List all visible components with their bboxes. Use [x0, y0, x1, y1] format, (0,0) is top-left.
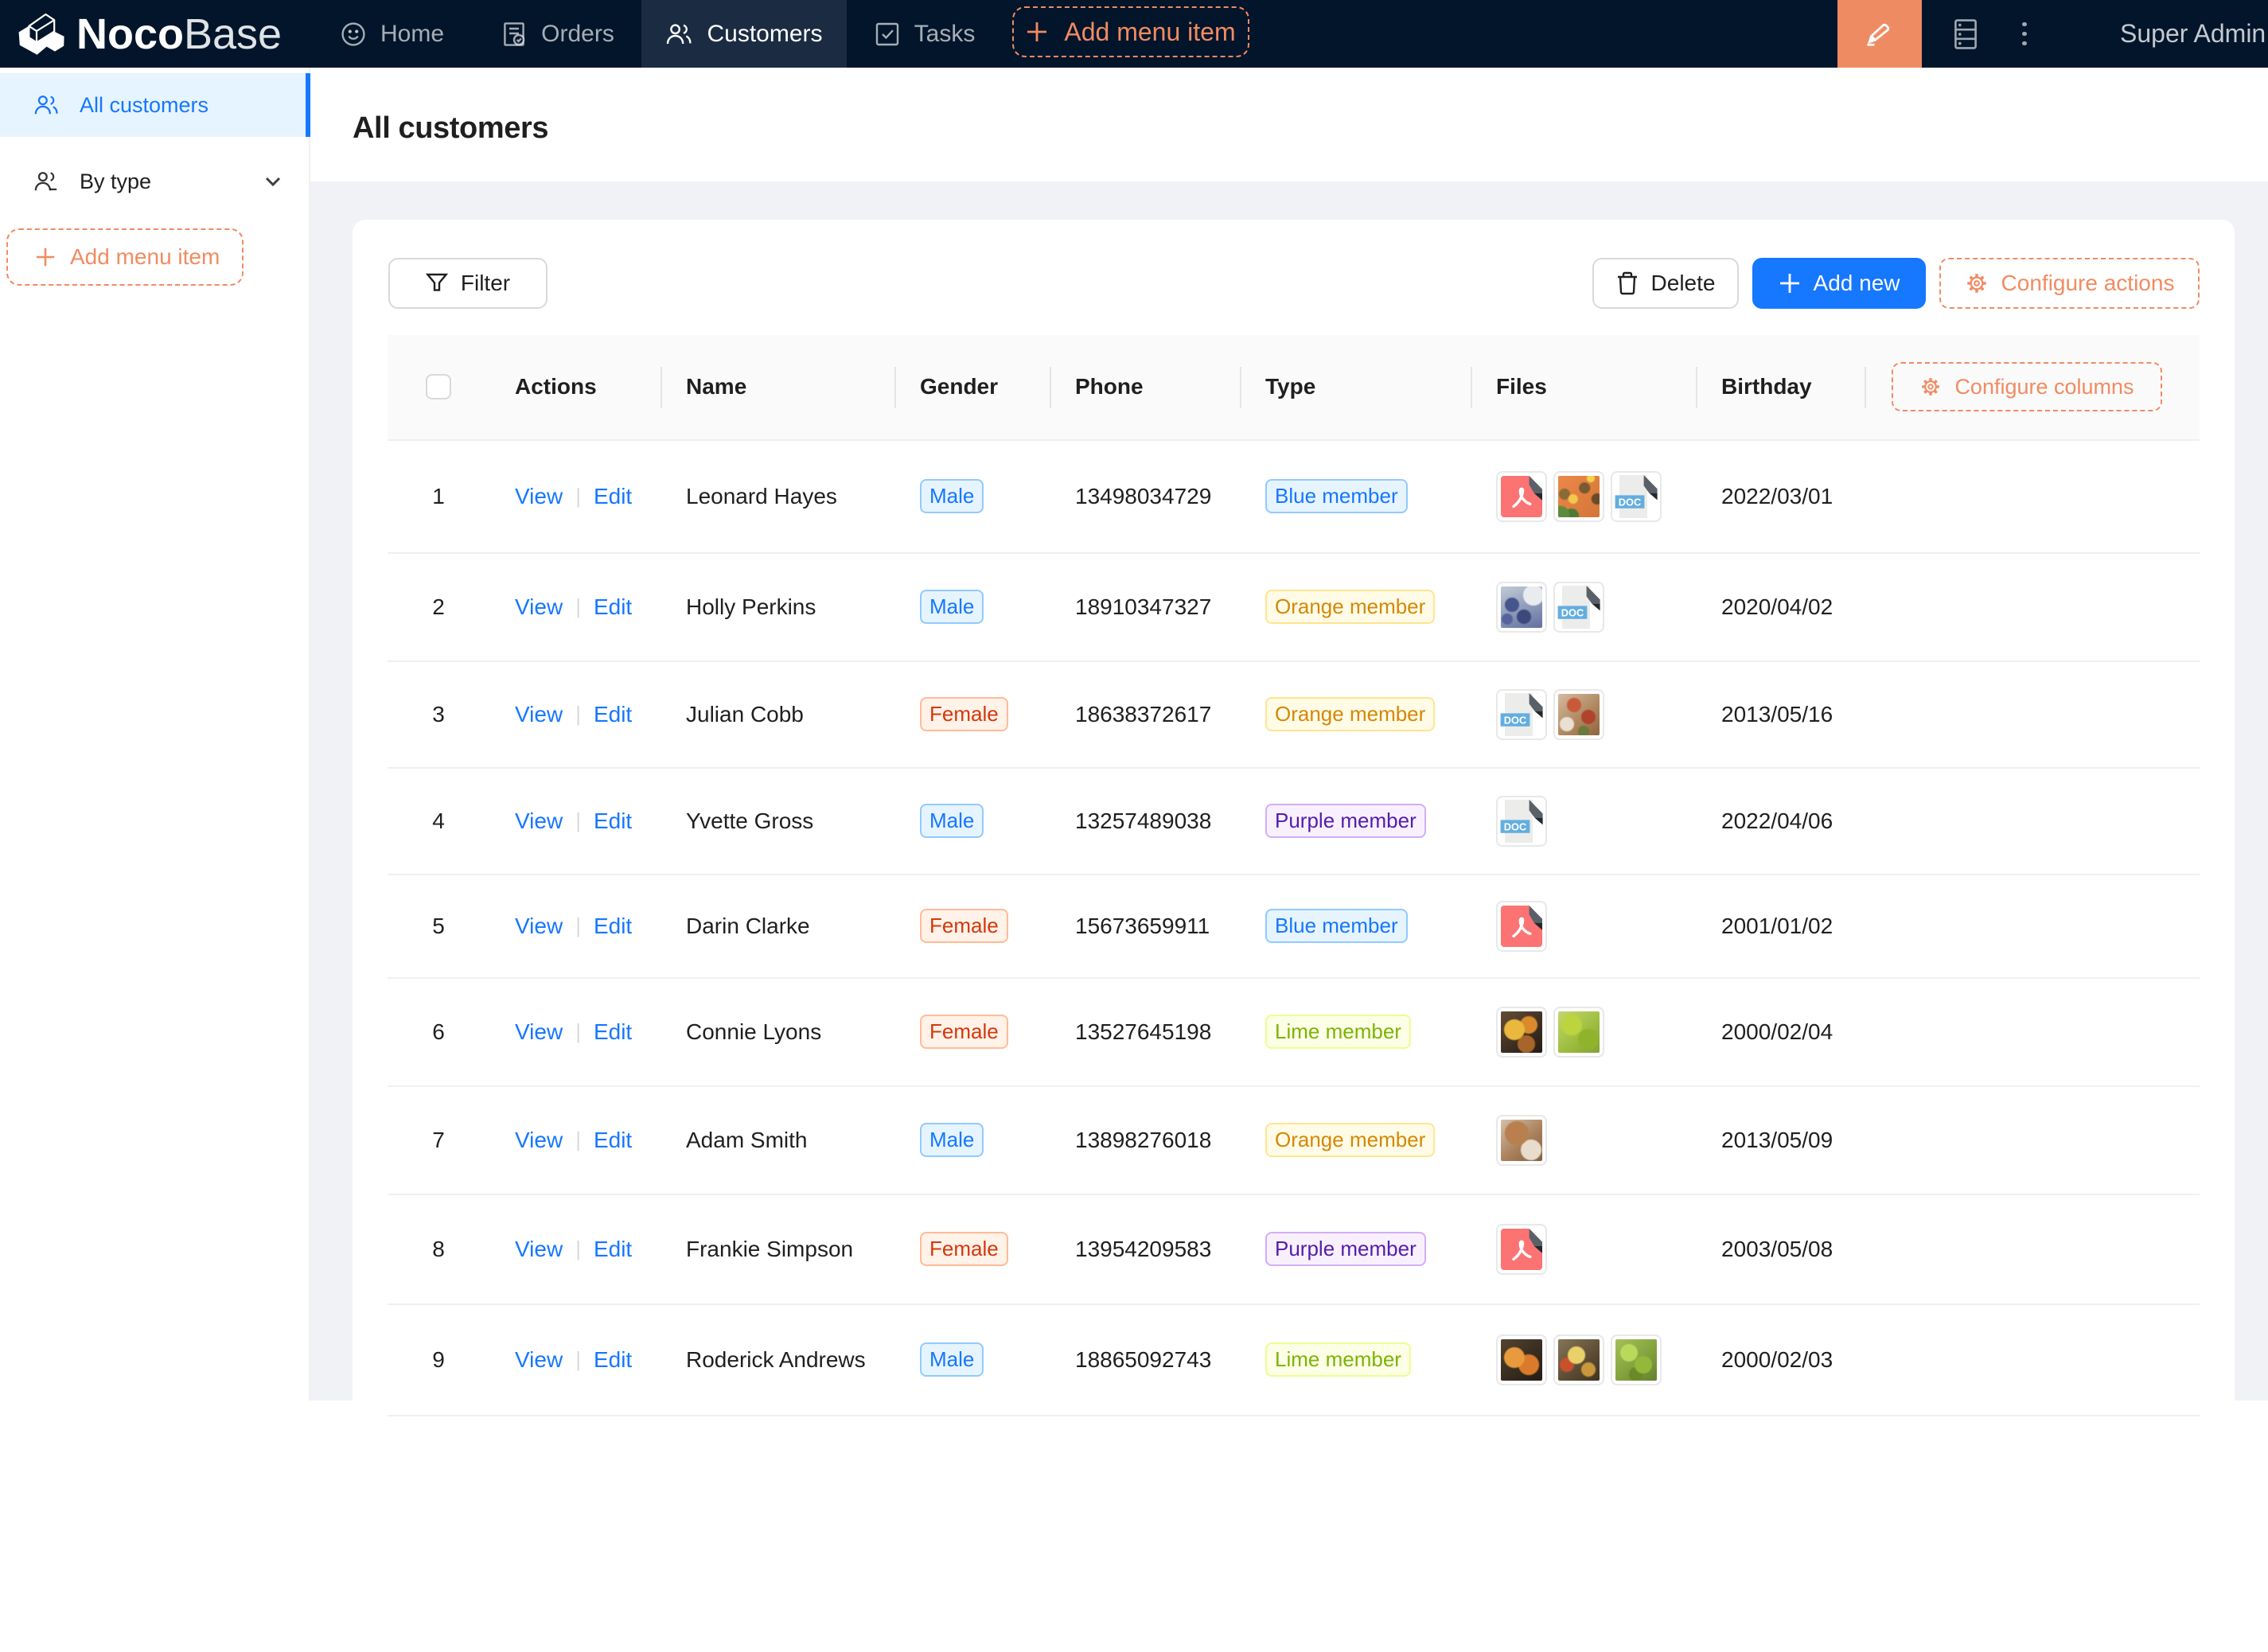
svg-text:DOC: DOC: [1619, 496, 1641, 508]
svg-text:DOC: DOC: [1504, 820, 1526, 832]
svg-text:DOC: DOC: [1561, 606, 1584, 618]
svg-text:DOC: DOC: [1504, 714, 1526, 726]
